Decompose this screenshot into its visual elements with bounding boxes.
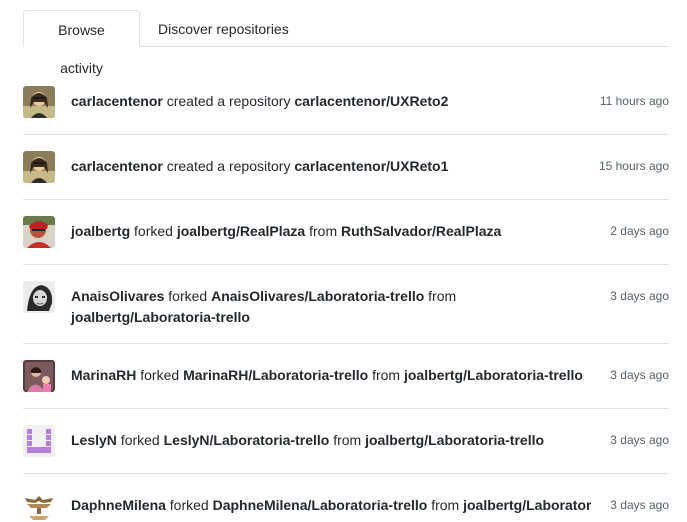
feed-timestamp: 11 hours ago [599,94,669,108]
feed-action: created a repository [166,158,291,174]
feed-user-link[interactable]: DaphneMilena [71,497,166,513]
feed-item-text: MarinaRH forked MarinaRH/Laboratoria-tre… [71,365,591,386]
tab-discover-repositories[interactable]: Discover repositories [146,10,301,46]
feed-action: forked [134,223,173,239]
feed-user-link[interactable]: LeslyN [71,432,117,448]
feed-item-text: carlacentenor created a repository carla… [71,156,591,177]
feed-item-text: LeslyN forked LeslyN/Laboratoria-trello … [71,430,591,451]
daphne-avatar[interactable] [23,490,55,522]
feed-item-text: DaphneMilena forked DaphneMilena/Laborat… [71,495,591,516]
feed-repo-link[interactable]: carlacentenor/UXReto1 [294,158,448,174]
feed-action-from: from [372,367,401,383]
feed-action: forked [168,288,208,304]
feed-user-link[interactable]: joalbertg [71,223,130,239]
feed-action: forked [120,432,160,448]
feed-timestamp: 3 days ago [610,498,669,512]
feed-action: forked [140,367,180,383]
activity-tabs: Browse activity Discover repositories [23,10,669,76]
feed-user-link[interactable]: MarinaRH [71,367,136,383]
feed-divider [23,199,669,200]
anais-avatar[interactable] [23,281,55,313]
feed-source-repo-link[interactable]: joalbertg/Laboratoria-trello [404,367,583,383]
feed-action: created a repository [166,93,291,109]
feed-source-repo-link[interactable]: joalbertg/Laboratoria-trello [365,432,544,448]
feed-timestamp: 3 days ago [610,368,669,382]
feed-timestamp: 2 days ago [610,224,669,238]
feed-repo-link[interactable]: LeslyN/Laboratoria-trello [164,432,330,448]
feed-repo-link[interactable]: DaphneMilena/Laboratoria-trello [213,497,428,513]
feed-user-link[interactable]: AnaisOlivares [71,288,164,304]
feed-user-link[interactable]: carlacentenor [71,158,163,174]
carla-avatar[interactable] [23,86,55,118]
feed-timestamp: 3 days ago [610,433,669,447]
feed-divider [23,408,669,409]
feed-item-text: joalbertg forked joalbertg/RealPlaza fro… [71,221,591,242]
lesly-identicon[interactable] [23,425,55,457]
feed-source-repo-link[interactable]: RuthSalvador/RealPlaza [341,223,501,239]
feed-action-from: from [309,223,338,239]
tab-browse-activity[interactable]: Browse activity [23,10,140,76]
feed-item-text: carlacentenor created a repository carla… [71,91,591,112]
feed-timestamp: 15 hours ago [598,159,669,173]
feed-timestamp: 3 days ago [610,289,669,303]
feed-source-repo-link[interactable]: joalbertg/Laboratoria-trello [71,309,250,325]
feed-repo-link[interactable]: carlacentenor/UXReto2 [294,93,448,109]
carla-avatar[interactable] [23,151,55,183]
feed-repo-link[interactable]: MarinaRH/Laboratoria-trello [183,367,368,383]
feed-divider [23,473,669,474]
feed-user-link[interactable]: carlacentenor [71,93,163,109]
feed-action-from: from [333,432,362,448]
feed-action-from: from [428,288,457,304]
feed-action-from: from [431,497,460,513]
feed-divider [23,264,669,265]
feed-action: forked [169,497,209,513]
marina-avatar[interactable] [23,360,55,392]
activity-page: Browse activity Discover repositories ca… [0,0,687,522]
feed-repo-link[interactable]: joalbertg/RealPlaza [177,223,305,239]
feed-divider [23,343,669,344]
feed-repo-link[interactable]: AnaisOlivares/Laboratoria-trello [211,288,424,304]
feed-item-text: AnaisOlivares forked AnaisOlivares/Labor… [71,286,601,328]
joalbertg-avatar[interactable] [23,216,55,248]
feed-divider [23,134,669,135]
feed-source-repo-link[interactable]: joalbertg/Laboratori [463,497,591,513]
